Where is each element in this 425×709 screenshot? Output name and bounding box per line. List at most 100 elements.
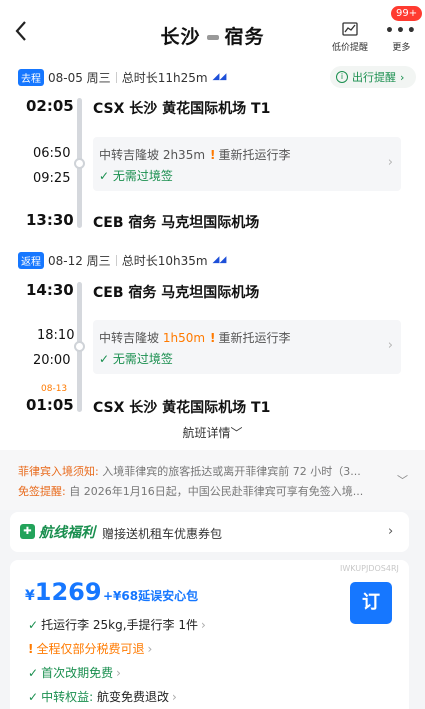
return-depart-airport: CEB 宿务 马克坦国际机场 — [93, 285, 260, 301]
return-arrive-time: 01:05 — [26, 396, 74, 414]
transfer-info: 中转吉隆坡 1h50m! 重新托运行李 — [99, 329, 291, 346]
price-value: 1269 — [34, 578, 102, 606]
to-city: 宿务 — [224, 26, 265, 48]
return-transfer-card[interactable]: 中转吉隆坡 1h50m! 重新托运行李 ✓ 无需过境签 › — [93, 320, 401, 374]
more-dots-icon: ••• — [385, 23, 418, 39]
fare-item-prefix: 中转权益: — [41, 690, 94, 704]
check-icon: ✓ — [28, 690, 39, 704]
price-alert-label: 低价提醒 — [332, 43, 369, 53]
route-benefit-banner[interactable]: ✚ 航线福利 赠接送机租车优惠券包 › — [10, 512, 409, 552]
airline-logo-icon: ◢◢ — [212, 72, 227, 82]
outbound-arrive-airport: CEB 宿务 马克坦国际机场 — [93, 215, 260, 231]
notice-item: 菲律宾入境须知: 入境菲律宾的旅客抵达或离开菲律宾前 72 小时（3... — [18, 463, 388, 479]
flight-detail-link[interactable]: 航班详情﹀ — [0, 424, 425, 441]
warning-icon: ! — [210, 148, 216, 162]
return-summary: 返程 08-12 周三 总时长10h35m ◢◢ — [18, 250, 226, 270]
recheck-text: 重新托运行李 — [218, 148, 291, 162]
warning-icon: ! — [28, 642, 34, 656]
outbound-summary: 去程 08-05 周三 总时长11h25m ◢◢ — [18, 67, 226, 87]
divider — [115, 254, 117, 266]
chevron-right-icon: › — [388, 524, 394, 539]
notice-text: 自 2026年1月16日起，中国公民赴菲律宾可享有免签入境... — [69, 485, 364, 498]
top-bar: 长沙 宿务 低价提醒 ••• 更多 99+ — [0, 0, 425, 64]
visa-text: 无需过境签 — [112, 169, 173, 183]
check-icon: ✓ — [99, 352, 113, 366]
outbound-transfer-depart: 09:25 — [33, 171, 71, 186]
chevron-down-icon: ﹀ — [230, 426, 243, 440]
visa-info: ✓ 无需过境签 — [99, 350, 173, 367]
transfer-info: 中转吉隆坡 2h35m! 重新托运行李 — [99, 146, 291, 163]
transfer-city: 中转吉隆坡 — [99, 331, 160, 345]
return-tag: 返程 — [18, 251, 44, 269]
trend-chart-icon — [332, 22, 368, 40]
outbound-duration: 总时长11h25m — [121, 70, 208, 85]
outbound-tag: 去程 — [18, 68, 44, 86]
next-day-date: 08-13 — [41, 384, 68, 394]
chevron-right-icon: › — [387, 338, 393, 353]
return-transfer-arrive: 18:10 — [37, 328, 75, 343]
chevron-right-icon: › — [171, 690, 177, 704]
return-depart-time: 14:30 — [26, 281, 74, 299]
entry-notice-panel[interactable]: 菲律宾入境须知: 入境菲律宾的旅客抵达或离开菲律宾前 72 小时（3... 免签… — [0, 450, 425, 510]
transfer-duration: 1h50m — [162, 331, 206, 345]
currency-symbol: ¥ — [25, 588, 35, 604]
more-button[interactable]: ••• 更多 — [385, 22, 418, 53]
fare-item-text: 航变免费退改 — [96, 690, 169, 704]
return-date: 08-12 周三 — [48, 253, 111, 268]
chevron-right-icon: › — [400, 70, 405, 84]
return-duration: 总时长10h35m — [121, 253, 208, 268]
outbound-date: 08-05 周三 — [48, 70, 111, 85]
book-button[interactable]: 订 — [350, 582, 392, 624]
visa-text: 无需过境签 — [112, 352, 173, 366]
chevron-right-icon: › — [147, 642, 153, 656]
outbound-transfer-card[interactable]: 中转吉隆坡 2h35m! 重新托运行李 ✓ 无需过境签 › — [93, 137, 401, 191]
route-dash — [206, 35, 219, 40]
recheck-text: 重新托运行李 — [218, 331, 291, 345]
outbound-depart-time: 02:05 — [26, 97, 74, 115]
benefit-title: 航线福利 — [39, 525, 95, 541]
notice-key: 菲律宾入境须知: — [18, 465, 99, 478]
fare-transfer-benefit[interactable]: ✓ 中转权益: 航变免费退改 › — [28, 688, 177, 705]
chevron-right-icon: › — [116, 666, 121, 680]
return-transfer-depart: 20:00 — [33, 353, 71, 368]
airline-logo-icon: ◢◢ — [212, 255, 227, 265]
notice-key: 免签提醒: — [18, 485, 66, 498]
gift-icon: ✚ — [20, 524, 35, 539]
check-icon: ✓ — [28, 618, 39, 632]
transfer-text: 中转吉隆坡 2h35m — [99, 148, 206, 162]
chevron-right-icon: › — [200, 618, 206, 632]
notification-badge: 99+ — [391, 6, 423, 21]
divider — [115, 71, 117, 83]
notice-text: 入境菲律宾的旅客抵达或离开菲律宾前 72 小时（3... — [102, 465, 361, 478]
check-icon: ✓ — [99, 169, 113, 183]
return-arrive-airport: CSX 长沙 黄花国际机场 T1 — [93, 400, 271, 416]
warning-icon: ! — [210, 331, 216, 345]
fare-price: ¥1269 — [25, 578, 102, 606]
chevron-right-icon: › — [387, 155, 393, 170]
transfer-dot — [74, 158, 85, 169]
more-label: 更多 — [392, 43, 411, 53]
travel-reminder-button[interactable]: i 出行提醒 › — [330, 66, 416, 88]
travel-reminder-label: 出行提醒 — [352, 71, 396, 84]
visa-info: ✓ 无需过境签 — [99, 167, 173, 184]
outbound-arrive-time: 13:30 — [26, 211, 74, 229]
chevron-down-icon: ﹀ — [397, 474, 408, 487]
fare-card: IWKUPJDOS4RJ ¥1269 +¥68延误安心包 订 ✓ 托运行李 25k… — [10, 560, 409, 709]
price-alert-button[interactable]: 低价提醒 — [332, 22, 368, 53]
outbound-depart-airport: CSX 长沙 黄花国际机场 T1 — [93, 101, 271, 117]
info-icon: i — [336, 71, 348, 83]
fare-item-text: 全程仅部分税费可退 — [36, 642, 145, 656]
fare-baggage[interactable]: ✓ 托运行李 25kg,手提行李 1件 › — [28, 616, 206, 633]
fare-code: IWKUPJDOS4RJ — [340, 564, 399, 573]
fare-item-text: 首次改期免费 — [41, 666, 114, 680]
benefit-desc: 赠接送机租车优惠券包 — [102, 527, 223, 541]
notice-item: 免签提醒: 自 2026年1月16日起，中国公民赴菲律宾可享有免签入境... — [18, 483, 388, 499]
outbound-transfer-arrive: 06:50 — [33, 146, 71, 161]
fare-refund[interactable]: ! 全程仅部分税费可退 › — [28, 640, 152, 657]
check-icon: ✓ — [28, 666, 39, 680]
transfer-dot — [74, 341, 85, 352]
delay-insurance-addon[interactable]: +¥68延误安心包 — [103, 587, 198, 604]
flight-detail-label: 航班详情 — [182, 426, 231, 440]
fare-item-text: 托运行李 25kg,手提行李 1件 — [41, 618, 198, 632]
fare-reschedule[interactable]: ✓ 首次改期免费 › — [28, 664, 121, 681]
